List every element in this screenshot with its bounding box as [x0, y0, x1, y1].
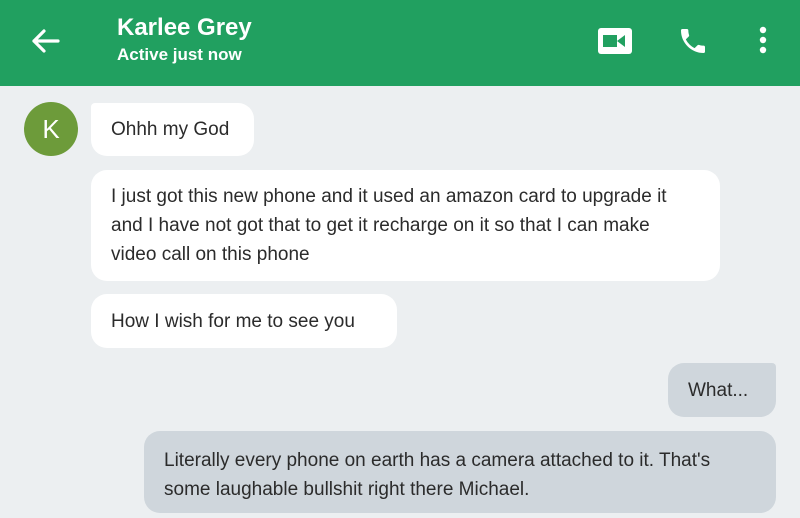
- contact-status: Active just now: [117, 45, 242, 64]
- message-outgoing[interactable]: What...: [668, 363, 776, 417]
- arrow-left-icon: [32, 29, 60, 53]
- video-call-button[interactable]: [594, 24, 636, 58]
- contact-avatar[interactable]: K: [24, 102, 78, 156]
- voice-call-button[interactable]: [674, 22, 712, 60]
- phone-icon: [681, 29, 705, 53]
- more-options-button[interactable]: [748, 20, 778, 60]
- messenger-app: Karlee Grey Active just now K Ohhh my Go…: [0, 0, 800, 518]
- message-outgoing[interactable]: Literally every phone on earth has a cam…: [144, 431, 776, 513]
- message-incoming[interactable]: Ohhh my God: [91, 103, 254, 156]
- back-button[interactable]: [28, 26, 62, 56]
- video-camera-icon: [598, 28, 632, 54]
- message-incoming[interactable]: How I wish for me to see you: [91, 294, 397, 348]
- contact-name[interactable]: Karlee Grey: [117, 14, 252, 42]
- message-incoming[interactable]: I just got this new phone and it used an…: [91, 170, 720, 281]
- more-vert-icon: [759, 26, 767, 54]
- conversation-header: Karlee Grey Active just now: [0, 0, 800, 86]
